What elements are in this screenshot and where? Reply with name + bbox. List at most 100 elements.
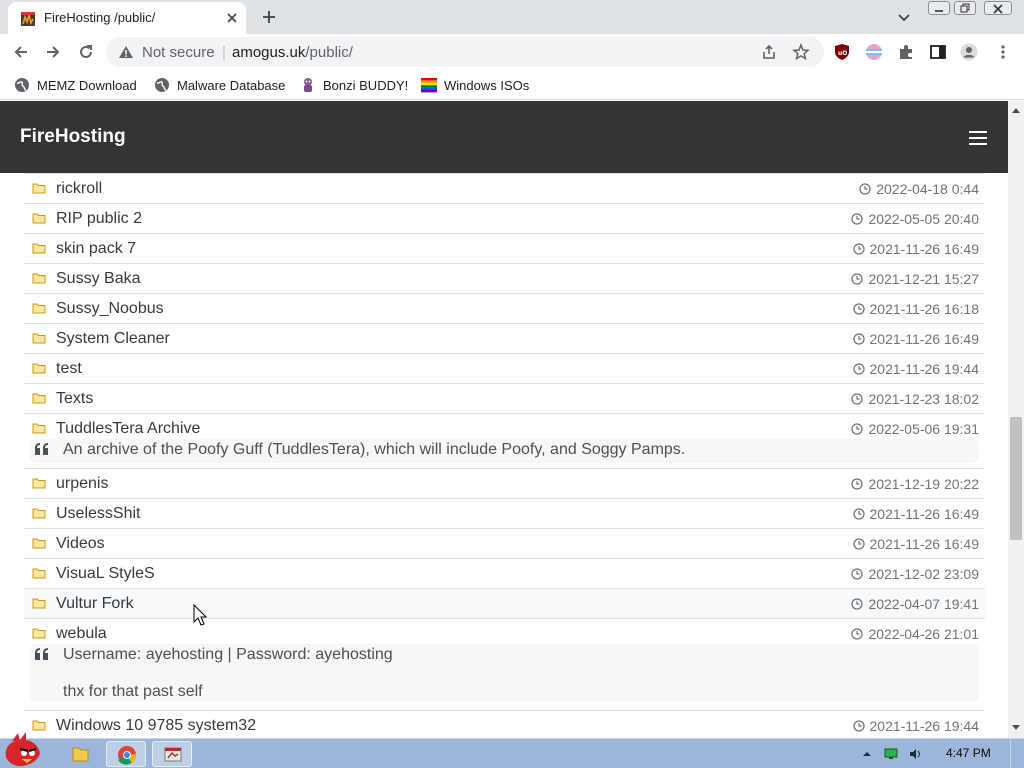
- folder-name[interactable]: VisuaL StyleS: [56, 565, 155, 583]
- modified-date: 2022-04-18 0:44: [859, 181, 979, 197]
- tab-title: FireHosting /public/: [44, 10, 156, 25]
- modified-date: 2022-04-26 21:01: [851, 626, 979, 642]
- clock-icon: [851, 568, 864, 580]
- taskbar-app[interactable]: [152, 741, 192, 767]
- quote-icon: [35, 648, 48, 660]
- folder-name[interactable]: Windows 10 9785 system32: [56, 717, 256, 735]
- forward-icon[interactable]: [44, 43, 62, 61]
- directory-row[interactable]: System Cleaner 2021-11-26 16:49: [24, 323, 985, 353]
- page-scrollbar[interactable]: [1008, 101, 1024, 738]
- chevron-down-icon[interactable]: [896, 9, 912, 25]
- extensions-puzzle-icon[interactable]: [897, 43, 915, 61]
- modified-date: 2022-05-06 19:31: [851, 421, 979, 437]
- directory-row[interactable]: RIP public 2 2022-05-05 20:40: [24, 203, 985, 233]
- folder-name[interactable]: TuddlesTera Archive: [56, 420, 200, 438]
- folder-name[interactable]: Texts: [56, 390, 93, 408]
- directory-row[interactable]: Sussy Baka 2021-12-21 15:27: [24, 263, 985, 293]
- clock-icon: [859, 183, 871, 195]
- address-bar[interactable]: Not secure | amogus.uk/public/: [106, 37, 824, 67]
- directory-row-hovered[interactable]: Vultur Fork 2022-04-07 19:41: [24, 588, 985, 618]
- folder-name[interactable]: Sussy Baka: [56, 270, 140, 288]
- browser-tab[interactable]: FireHosting /public/: [8, 2, 246, 34]
- directory-row[interactable]: Videos 2021-11-26 16:49: [24, 528, 985, 558]
- bookmark-malware-database[interactable]: Malware Database: [154, 76, 285, 94]
- volume-icon[interactable]: [908, 747, 922, 761]
- security-label: Not secure: [142, 44, 215, 61]
- clock-icon: [852, 720, 865, 732]
- folder-name[interactable]: Sussy_Noobus: [56, 300, 164, 318]
- warning-icon[interactable]: [118, 44, 134, 60]
- folder-name[interactable]: UselessShit: [56, 505, 140, 523]
- folder-name[interactable]: Videos: [56, 535, 105, 553]
- start-button-icon[interactable]: [2, 729, 50, 768]
- bookmark-star-icon[interactable]: [792, 43, 810, 61]
- taskbar-explorer[interactable]: [60, 741, 100, 767]
- taskbar: 4:47 PM: [0, 732, 1024, 768]
- profile-avatar-icon[interactable]: [960, 43, 978, 61]
- network-icon[interactable]: [884, 747, 898, 761]
- directory-row[interactable]: skin pack 7 2021-11-26 16:49: [24, 233, 985, 263]
- directory-row[interactable]: Windows 10 9785 system32 2021-11-26 19:4…: [24, 710, 985, 738]
- folder-name[interactable]: RIP public 2: [56, 210, 142, 228]
- ublock-icon[interactable]: uO: [833, 43, 851, 61]
- bookmark-windows-isos[interactable]: Windows ISOs: [421, 76, 529, 94]
- folder-name[interactable]: rickroll: [56, 180, 102, 198]
- scrollbar-thumb[interactable]: [1010, 417, 1022, 540]
- folder-icon: [32, 478, 46, 489]
- show-desktop-button[interactable]: [1010, 739, 1024, 768]
- directory-row[interactable]: Texts 2021-12-23 18:02: [24, 383, 985, 413]
- folder-icon: [32, 363, 46, 374]
- close-window-button[interactable]: [984, 1, 1012, 15]
- file-explorer-icon: [72, 747, 89, 762]
- bookmark-memz-download[interactable]: MEMZ Download: [14, 76, 137, 94]
- new-tab-icon[interactable]: [260, 8, 278, 26]
- folder-name[interactable]: test: [56, 360, 82, 378]
- directory-row[interactable]: VisuaL StyleS 2021-12-02 23:09: [24, 558, 985, 588]
- clock-icon: [852, 333, 865, 345]
- clock-icon: [852, 243, 865, 255]
- directory-row[interactable]: webula 2022-04-26 21:01 Username: ayehos…: [24, 618, 985, 710]
- app-window-icon: [164, 747, 182, 762]
- restore-button[interactable]: [954, 1, 976, 15]
- site-navbar: FireHosting: [0, 101, 1008, 173]
- scroll-down-icon[interactable]: [1012, 725, 1020, 731]
- tray-expand-icon[interactable]: [860, 747, 874, 761]
- description-line: Username: ayehosting | Password: ayehost…: [63, 646, 393, 663]
- folder-name[interactable]: System Cleaner: [56, 330, 170, 348]
- directory-row[interactable]: TuddlesTera Archive 2022-05-06 19:31 An …: [24, 413, 985, 468]
- minimize-button[interactable]: [928, 1, 950, 15]
- hamburger-menu-icon[interactable]: [968, 130, 988, 146]
- folder-icon: [32, 183, 46, 194]
- back-icon[interactable]: [12, 43, 30, 61]
- folder-name[interactable]: Vultur Fork: [56, 595, 134, 613]
- folder-name[interactable]: urpenis: [56, 475, 108, 493]
- more-menu-icon[interactable]: [994, 43, 1012, 61]
- taskbar-chrome[interactable]: [106, 741, 146, 767]
- side-panel-icon[interactable]: [929, 43, 947, 61]
- directory-row[interactable]: Sussy_Noobus 2021-11-26 16:18: [24, 293, 985, 323]
- folder-icon: [32, 393, 46, 404]
- directory-row[interactable]: urpenis 2021-12-19 20:22: [24, 468, 985, 498]
- clock-icon: [851, 393, 864, 405]
- mouse-cursor-icon: [193, 604, 208, 626]
- minimize-icon: [935, 10, 943, 12]
- directory-row[interactable]: UselessShit 2021-11-26 16:49: [24, 498, 985, 528]
- url-text[interactable]: amogus.uk/public/: [232, 44, 353, 61]
- folder-name[interactable]: skin pack 7: [56, 240, 136, 258]
- close-tab-icon[interactable]: [224, 10, 240, 26]
- clock-icon: [851, 598, 864, 610]
- folder-name[interactable]: webula: [56, 625, 107, 643]
- modified-date: 2022-05-05 20:40: [851, 211, 979, 227]
- scroll-up-icon[interactable]: [1012, 107, 1020, 113]
- reload-icon[interactable]: [77, 43, 95, 61]
- share-icon[interactable]: [761, 44, 777, 60]
- extension-avatar-icon[interactable]: [865, 43, 883, 61]
- quote-icon: [35, 443, 48, 455]
- directory-row[interactable]: rickroll 2022-04-18 0:44: [24, 173, 985, 203]
- bookmark-bonzi-buddy[interactable]: Bonzi BUDDY!: [300, 76, 408, 94]
- site-brand[interactable]: FireHosting: [20, 126, 126, 148]
- directory-row[interactable]: test 2021-11-26 19:44: [24, 353, 985, 383]
- taskbar-clock[interactable]: 4:47 PM: [946, 746, 991, 760]
- modified-date: 2021-12-23 18:02: [851, 391, 979, 407]
- folder-icon: [32, 628, 46, 639]
